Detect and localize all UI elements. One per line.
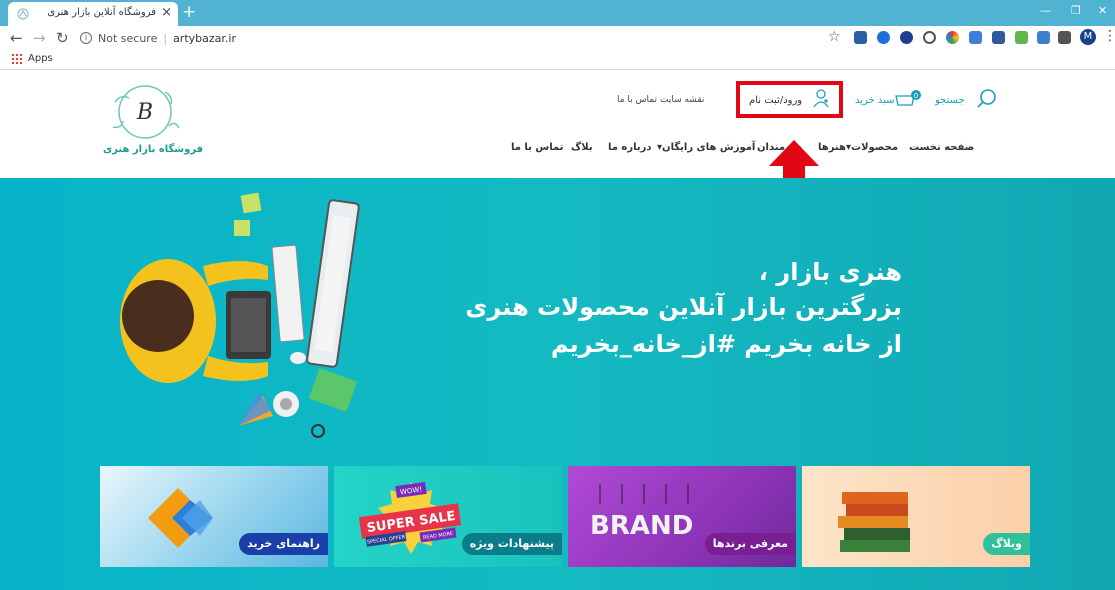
card-blog[interactable]: وبلاگ [802, 466, 1030, 567]
extensions-puzzle-icon[interactable] [1058, 31, 1071, 44]
nav-item-home[interactable]: صفحه نخست [909, 142, 974, 153]
address-separator: | [163, 31, 168, 45]
hero-title-line1: هنری بازار ، [758, 258, 902, 286]
bookmarks-bar [0, 50, 1115, 70]
nav-item-free-tutorials[interactable]: آموزش های رایگان▾ [657, 142, 755, 153]
apps-bookmark[interactable]: Apps [28, 53, 53, 64]
nav-item-free-tutorials-label: آموزش های رایگان [662, 142, 756, 153]
card-label: معرفی برندها [704, 533, 796, 555]
extension-icon[interactable] [877, 31, 890, 44]
new-tab-button[interactable]: + [182, 2, 196, 22]
apps-grid-icon[interactable] [11, 53, 22, 64]
card-brands[interactable]: BRAND معرفی برندها [568, 466, 796, 567]
extension-icon[interactable] [854, 31, 867, 44]
extension-icon[interactable] [923, 31, 936, 44]
card-special-offers[interactable]: SUPER SALE WOW! SPECIAL OFFER READ MORE … [334, 466, 562, 567]
logo-text: فروشگاه بازار هنری [103, 144, 204, 155]
hero-title-line2: بزرگترین بازار آنلاین محصولات هنری [465, 293, 902, 321]
hero-illustration [120, 192, 360, 438]
login-register-link[interactable]: ورود/ثبت نام [749, 95, 802, 106]
browser-tab[interactable]: فروشگاه آنلاین بازار هنری × [8, 2, 178, 26]
bookmark-star-icon[interactable]: ☆ [828, 29, 841, 45]
extension-icon[interactable] [900, 31, 913, 44]
card-label: راهنمای خرید [239, 533, 328, 555]
restore-icon[interactable]: ❐ [1071, 4, 1081, 17]
card-label: پیشنهادات ویژه [461, 533, 562, 555]
minimize-icon[interactable]: — [1040, 4, 1051, 17]
browser-tab-bar: فروشگاه آنلاین بازار هنری × + — ❐ ✕ [0, 0, 1115, 26]
nav-item-products[interactable]: محصولات▾ [846, 142, 898, 153]
browser-menu-icon[interactable]: ⋮ [1103, 28, 1115, 44]
nav-item-arts[interactable]: هنرها [818, 142, 846, 153]
sitemap-link[interactable]: نقشه سایت [660, 95, 704, 105]
search-icon[interactable] [977, 88, 997, 108]
super-sale-badge: SUPER SALE WOW! SPECIAL OFFER READ MORE [358, 481, 462, 554]
contact-top-link[interactable]: تماس با ما [617, 95, 657, 105]
forward-icon[interactable]: → [33, 29, 46, 47]
browser-toolbar: ← → ↻ i Not secure | artybazar.ir ☆ M ⋮ [0, 26, 1115, 50]
reload-icon[interactable]: ↻ [56, 29, 69, 47]
card-label: وبلاگ [983, 533, 1030, 555]
cart-link[interactable]: سبد خرید [855, 95, 895, 106]
card-shopping-guide[interactable]: راهنمای خرید [100, 466, 328, 567]
nav-item-about[interactable]: درباره ما [608, 142, 652, 153]
hero-title-line3: از خانه بخریم #از_خانه_بخریم [550, 330, 902, 358]
extension-icon[interactable] [992, 31, 1005, 44]
arrows-logo-icon [148, 488, 213, 548]
nav-item-products-label: محصولات [851, 142, 899, 153]
nav-item-blog[interactable]: بلاگ [571, 142, 593, 153]
svg-text:B: B [136, 100, 153, 125]
tab-close-icon[interactable]: × [161, 5, 172, 20]
address-bar[interactable]: i Not secure | artybazar.ir [80, 29, 850, 47]
extension-icon[interactable] [1037, 31, 1050, 44]
tab-title: فروشگاه آنلاین بازار هنری [47, 7, 156, 18]
info-icon[interactable]: i [80, 32, 92, 44]
extension-icon[interactable] [1015, 31, 1028, 44]
books-stack-icon [838, 492, 910, 552]
brand-word-text: BRAND [590, 511, 693, 541]
site-favicon-icon [17, 8, 29, 20]
search-link[interactable]: جستجو [935, 95, 965, 106]
back-icon[interactable]: ← [10, 29, 23, 47]
url-text: artybazar.ir [173, 31, 236, 45]
close-window-icon[interactable]: ✕ [1098, 4, 1107, 17]
user-add-icon[interactable] [812, 88, 830, 108]
cart-icon[interactable]: 0 [894, 90, 922, 108]
nav-item-contact[interactable]: تماس با ما [511, 142, 563, 153]
extension-icon[interactable] [969, 31, 982, 44]
extension-icon[interactable] [946, 31, 959, 44]
brand-letters-art: BRAND [590, 484, 693, 541]
profile-avatar[interactable]: M [1080, 29, 1096, 45]
security-label: Not secure [98, 31, 158, 45]
cart-count-badge: 0 [914, 92, 918, 100]
